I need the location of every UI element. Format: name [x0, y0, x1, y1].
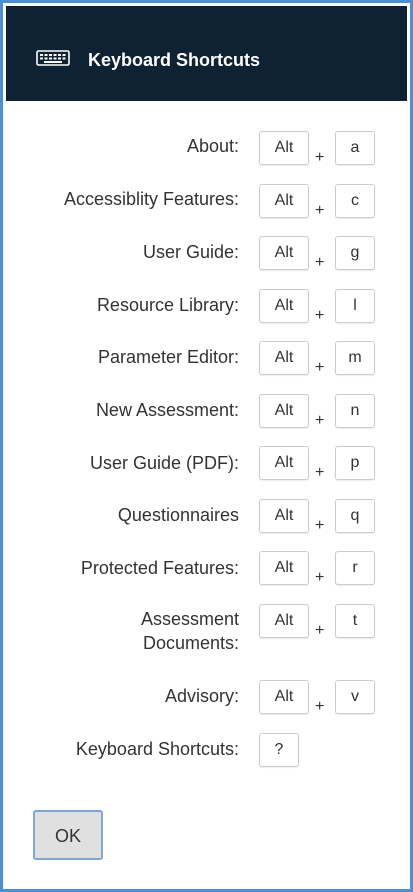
plus-sign: +	[315, 698, 325, 715]
plus-sign: +	[315, 517, 325, 534]
letter-key: g	[335, 236, 375, 270]
plus-sign: +	[315, 202, 325, 219]
alt-key: Alt	[259, 499, 309, 533]
plus-sign: +	[315, 622, 325, 639]
alt-key: Alt	[259, 680, 309, 714]
dialog-header: Keyboard Shortcuts	[6, 6, 407, 101]
alt-key: Alt	[259, 236, 309, 270]
question-key: ?	[259, 733, 299, 767]
shortcut-label: Resource Library:	[96, 295, 239, 315]
plus-sign: +	[315, 569, 325, 586]
plus-sign: +	[315, 149, 325, 166]
dialog-title: Keyboard Shortcuts	[88, 50, 261, 70]
shortcut-label: User Guide:	[142, 242, 239, 262]
letter-key: a	[335, 131, 375, 165]
alt-key: Alt	[259, 131, 309, 165]
shortcut-label: Parameter Editor:	[97, 347, 239, 367]
alt-key: Alt	[259, 289, 309, 323]
alt-key: Alt	[259, 394, 309, 428]
keyboard-icon	[36, 50, 70, 66]
shortcut-label: About:	[186, 136, 239, 156]
alt-key: Alt	[259, 446, 309, 480]
plus-sign: +	[315, 359, 325, 376]
alt-key: Alt	[259, 184, 309, 218]
shortcut-label: User Guide (PDF):	[89, 453, 239, 473]
shortcut-label: New Assessment:	[95, 400, 239, 420]
alt-key: Alt	[259, 341, 309, 375]
shortcut-label: Accessiblity Features:	[63, 189, 239, 209]
shortcut-label: Assessment Documents:	[140, 609, 239, 653]
letter-key: c	[335, 184, 375, 218]
plus-sign: +	[315, 464, 325, 481]
letter-key: l	[335, 289, 375, 323]
shortcut-label: Protected Features:	[80, 558, 239, 578]
keyboard-shortcuts-dialog: Keyboard Shortcuts About: Alt + a Access…	[0, 0, 413, 892]
shortcut-label: Advisory:	[164, 686, 239, 706]
plus-sign: +	[315, 254, 325, 271]
shortcut-label: Questionnaires	[117, 505, 239, 525]
letter-key: q	[335, 499, 375, 533]
shortcut-label: Keyboard Shortcuts:	[75, 739, 239, 759]
alt-key: Alt	[259, 604, 309, 638]
ok-button[interactable]: OK	[33, 810, 103, 860]
letter-key: p	[335, 446, 375, 480]
letter-key: m	[335, 341, 375, 375]
letter-key: n	[335, 394, 375, 428]
plus-sign: +	[315, 307, 325, 324]
letter-key: r	[335, 551, 375, 585]
alt-key: Alt	[259, 551, 309, 585]
plus-sign: +	[315, 412, 325, 429]
letter-key: t	[335, 604, 375, 638]
letter-key: v	[335, 680, 375, 714]
